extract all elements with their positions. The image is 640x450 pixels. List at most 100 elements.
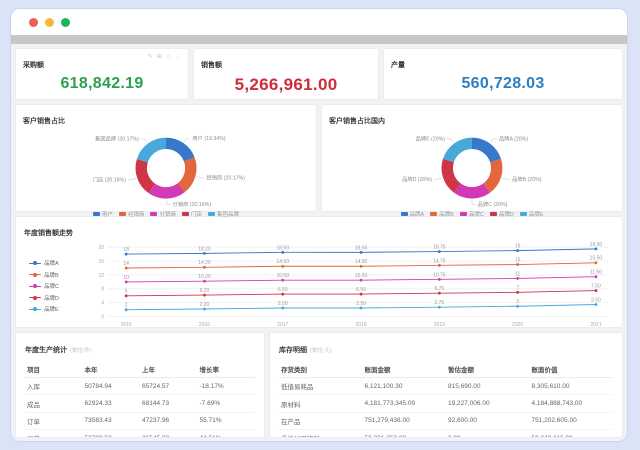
data-point[interactable] (203, 307, 206, 311)
data-point[interactable] (124, 252, 128, 256)
legend-item[interactable]: 集团品牌 (208, 210, 239, 218)
donut-slice[interactable] (165, 137, 195, 162)
card-action-icon[interactable]: ⊞ (157, 53, 162, 60)
x-tick-label: 2018 (355, 322, 366, 328)
data-point[interactable] (359, 264, 363, 268)
donut-slice[interactable] (177, 157, 197, 193)
legend-item[interactable]: 品牌B (430, 210, 454, 218)
card-action-icon[interactable]: ✎ (148, 53, 153, 60)
data-point[interactable] (124, 294, 128, 298)
legend-label: 经销商 (127, 212, 145, 218)
zoom-button[interactable] (61, 17, 70, 27)
data-point[interactable] (124, 280, 128, 284)
data-point[interactable] (359, 306, 363, 310)
legend-swatch (150, 211, 158, 217)
y-tick-label: 16 (99, 259, 105, 265)
donut-slice[interactable] (443, 137, 473, 163)
donut-label-line (471, 199, 476, 205)
window-titlebar (11, 9, 627, 35)
donut-slice[interactable] (471, 137, 501, 163)
data-point[interactable] (203, 251, 206, 255)
data-point[interactable] (437, 291, 441, 295)
legend-swatch (489, 211, 497, 217)
legend-item[interactable]: 品牌A (29, 259, 82, 267)
legend-item[interactable]: 品牌D (489, 210, 514, 218)
data-point[interactable] (281, 306, 285, 310)
data-point[interactable] (437, 277, 441, 281)
data-point[interactable] (203, 279, 206, 283)
data-point[interactable] (594, 275, 598, 279)
legend-item[interactable]: 品牌B (29, 271, 82, 279)
data-point[interactable] (516, 290, 520, 294)
kpi-title: 产量 (391, 62, 406, 69)
donut-slice[interactable] (454, 183, 490, 199)
data-point[interactable] (281, 278, 285, 282)
legend-item[interactable]: 品牌E (519, 210, 543, 218)
data-point[interactable] (437, 263, 441, 267)
data-point[interactable] (594, 261, 598, 265)
data-point[interactable] (437, 250, 441, 253)
line-legend: 品牌A 品牌B 品牌C 品牌D 品牌E (24, 241, 82, 331)
legend-item[interactable]: 分销商 (150, 210, 176, 218)
line-chart: 0 4 8 12 16 20 2015 2016 2017 2018 2019 2020 2021 18 1… (99, 242, 608, 328)
donut-legend: 用户 经销商 分销商 门店 集团品牌 (23, 210, 309, 218)
table-cell: 订单 (25, 412, 83, 431)
data-point[interactable] (437, 305, 441, 309)
legend-item[interactable]: 品牌A (400, 210, 424, 218)
data-point[interactable] (359, 292, 363, 296)
legend-item[interactable]: 品牌E (29, 305, 82, 313)
data-point[interactable] (281, 264, 285, 268)
legend-item[interactable]: 经销商 (118, 210, 145, 218)
data-point[interactable] (281, 292, 285, 296)
data-point[interactable] (516, 249, 520, 253)
donut-slice[interactable] (482, 158, 503, 193)
minimize-button[interactable] (45, 17, 54, 27)
data-point[interactable] (594, 247, 598, 251)
legend-label: 品牌B (439, 212, 454, 218)
data-point[interactable] (281, 250, 285, 254)
chart-title: 年度销售额走势 (24, 230, 73, 237)
table-cell: 原材料 (279, 394, 363, 413)
data-point[interactable] (516, 304, 520, 308)
data-point[interactable] (594, 289, 598, 293)
legend-swatch (519, 211, 527, 217)
close-button[interactable] (29, 17, 38, 27)
donut-slice[interactable] (441, 158, 462, 193)
data-point[interactable] (203, 265, 206, 269)
table-title: 库存明细 (279, 347, 307, 354)
legend-item[interactable]: 品牌D (29, 294, 82, 302)
data-point[interactable] (516, 277, 520, 280)
donut-slice[interactable] (148, 182, 185, 199)
table-row: 退货52738.5236545.3844.51% (25, 429, 255, 437)
table-cell: 65724.57 (140, 377, 198, 396)
data-point[interactable] (594, 303, 598, 306)
x-tick-label: 2016 (199, 322, 210, 328)
table-cell: 62924.33 (82, 394, 140, 413)
data-point[interactable] (359, 250, 363, 254)
kpi-card-purchase: 采购额 ✎ ⊞ ☆ ⋮ 618,842.19 (15, 48, 190, 100)
donut-slice-label: 集团品牌 (20.17%) (95, 135, 139, 143)
data-point[interactable] (203, 293, 206, 297)
data-point-label: 18.75 (433, 244, 446, 250)
data-point[interactable] (124, 308, 128, 312)
data-point[interactable] (124, 266, 128, 270)
legend-item[interactable]: 门店 (182, 210, 202, 218)
data-point-label: 15 (515, 257, 521, 263)
data-point[interactable] (359, 278, 363, 282)
donut-slice[interactable] (135, 158, 156, 194)
data-point-label: 2.50 (278, 301, 288, 307)
legend-item[interactable]: 品牌C (459, 210, 484, 218)
legend-item[interactable]: 品牌C (29, 282, 82, 290)
legend-item[interactable]: 用户 (92, 210, 113, 218)
y-tick-label: 12 (99, 273, 105, 279)
table-cell: -7.69% (197, 394, 255, 413)
donut-slice[interactable] (136, 137, 167, 163)
card-action-icon[interactable]: ⋮ (175, 53, 181, 60)
data-point[interactable] (516, 263, 520, 266)
tables-row: 年度生产统计 (单位:件) 项目 本年 上年 增长率 入库 50784.94 65724.57… (15, 332, 623, 438)
table-cell: 68144.73 (140, 394, 198, 413)
card-action-icon[interactable]: ☆ (166, 53, 171, 60)
donut-slice-label: 用户 (19.34%) (192, 134, 225, 142)
table-cell: 0.00 (446, 429, 530, 437)
line-chart-card: 年度销售额走势 品牌A 品牌B 品牌C 品牌D 品牌E 0 4 8 12 16 20 2015 201… (15, 216, 623, 328)
